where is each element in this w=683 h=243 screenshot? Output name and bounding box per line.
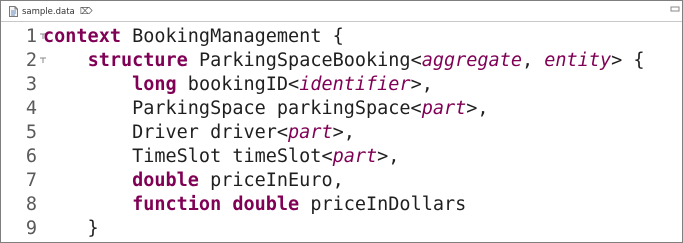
keyword-token: context xyxy=(43,26,121,47)
type-param-token: entity xyxy=(544,50,612,71)
code-text: ParkingSpace parkingSpace<part>, xyxy=(43,97,489,121)
code-text: double priceInEuro, xyxy=(43,169,344,193)
line-number: 8 xyxy=(25,194,37,215)
text-token: > { xyxy=(611,50,645,71)
line-number: 2 xyxy=(25,50,37,71)
code-editor[interactable]: 1 context BookingManagement { 2 structure … xyxy=(1,25,682,242)
text-token: BookingManagement { xyxy=(120,26,344,47)
line-number: 1 xyxy=(25,26,37,47)
keyword-token: double xyxy=(132,170,199,191)
line-number: 4 xyxy=(25,98,37,119)
text-token: } xyxy=(43,218,99,239)
text-token: >, xyxy=(466,98,489,119)
code-text: context BookingManagement { xyxy=(43,25,344,49)
text-token: ParkingSpaceBooking< xyxy=(187,50,422,71)
type-param-token: part xyxy=(421,98,467,119)
keyword-token: long xyxy=(132,74,177,95)
text-token: priceInEuro, xyxy=(198,170,344,191)
line-number: 6 xyxy=(25,146,37,167)
text-token: bookingID< xyxy=(176,74,300,95)
text-token: ParkingSpace parkingSpace< xyxy=(43,98,422,119)
code-text: function double priceInDollars xyxy=(43,193,466,217)
type-param-token: part xyxy=(332,146,378,167)
text-token: >, xyxy=(332,122,355,143)
keyword-token: function xyxy=(132,194,222,215)
type-param-token: part xyxy=(288,122,333,143)
line-number: 9 xyxy=(25,218,37,239)
text-token: >, xyxy=(377,146,400,167)
text-token: priceInDollars xyxy=(299,194,467,215)
editor-window: sample.data ⌦ 1 context BookingManagement… xyxy=(0,0,683,243)
minimize-icon[interactable] xyxy=(670,5,680,13)
keyword-token: structure xyxy=(87,50,188,71)
close-icon[interactable]: ⌦ xyxy=(80,7,93,17)
type-param-token: aggregate xyxy=(421,50,522,71)
code-text: TimeSlot timeSlot<part>, xyxy=(43,145,399,169)
code-text: structure ParkingSpaceBooking<aggregate,… xyxy=(43,49,645,73)
code-text: long bookingID<identifier>, xyxy=(43,73,433,97)
file-icon xyxy=(9,6,18,17)
text-token: TimeSlot timeSlot< xyxy=(43,146,333,167)
line-number: 7 xyxy=(25,170,37,191)
line-number: 5 xyxy=(25,122,37,143)
keyword-token: double xyxy=(232,194,300,215)
code-text: Driver driver<part>, xyxy=(43,121,355,145)
tab-title: sample.data xyxy=(22,6,75,17)
text-token: , xyxy=(521,50,545,71)
type-param-token: identifier xyxy=(299,74,411,95)
line-number: 3 xyxy=(25,74,37,95)
tab-sample-data[interactable]: sample.data ⌦ xyxy=(5,3,97,20)
text-token: >, xyxy=(410,74,433,95)
editor-tab-bar: sample.data ⌦ xyxy=(1,1,682,22)
code-text: } xyxy=(43,217,99,241)
text-token: Driver driver< xyxy=(43,122,289,143)
